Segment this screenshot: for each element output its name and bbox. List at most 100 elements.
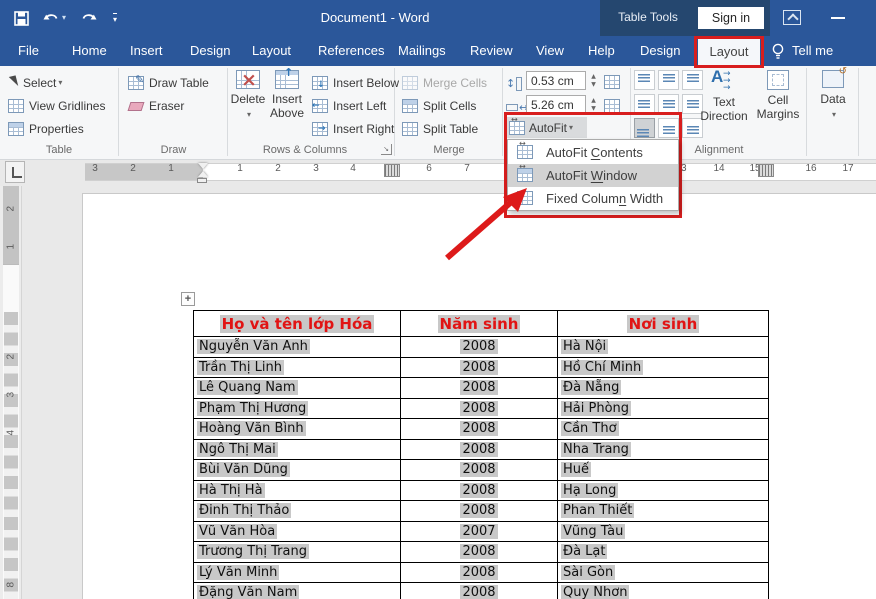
ribbon-tab-row: File Home Insert Design Layout Reference… [0, 36, 876, 66]
table-move-handle[interactable]: + [181, 292, 195, 306]
menu-item-autofit-contents[interactable]: ↔ AutoFit Contents [508, 141, 678, 164]
tab-review[interactable]: Review [464, 36, 519, 66]
select-cursor-icon [8, 76, 18, 89]
align-center-left-button[interactable] [634, 94, 655, 114]
first-line-indent-marker[interactable] [198, 163, 208, 169]
distribute-rows-button[interactable] [604, 71, 620, 92]
merge-cells-button[interactable]: Merge Cells [402, 72, 487, 93]
spinner-up-icon[interactable]: ▲ [591, 97, 596, 104]
tab-view[interactable]: View [530, 36, 570, 66]
text-direction-icon: A→→→ [711, 70, 737, 94]
row-height-icon: ↕ [506, 73, 522, 94]
layout-tab-annotation-box [694, 36, 764, 68]
tab-table-design[interactable]: Design [634, 36, 686, 66]
eraser-icon [128, 102, 145, 111]
delete-table-icon: × [236, 70, 260, 89]
insert-right-button[interactable]: → Insert Right [312, 118, 394, 139]
tab-layout[interactable]: Layout [246, 36, 297, 66]
table-column-marker[interactable] [384, 164, 400, 177]
table-row: Lý Văn Minh2008Sài Gòn [194, 562, 769, 583]
rows-columns-group-label: Rows & Columns [229, 144, 381, 156]
split-table-button[interactable]: Split Table [402, 118, 478, 139]
draw-table-icon: ✎ [128, 76, 144, 90]
spinner-down-icon[interactable]: ▼ [591, 105, 596, 112]
merge-cells-icon [402, 76, 418, 90]
sign-in-button[interactable]: Sign in [698, 7, 764, 29]
insert-left-icon: ← [312, 99, 328, 113]
minimize-button[interactable] [831, 17, 845, 19]
view-gridlines-button[interactable]: View Gridlines [8, 95, 105, 116]
cell-margins-icon [767, 70, 789, 90]
table-group-label: Table [0, 144, 118, 156]
insert-above-icon: ↑ [275, 70, 299, 89]
draw-group-label: Draw [120, 144, 227, 156]
table-row: Đinh Thị Thảo2008Phan Thiết [194, 501, 769, 522]
split-cells-button[interactable]: Split Cells [402, 95, 476, 116]
table-row: Bùi Văn Dũng2008Huế [194, 460, 769, 481]
table-row: Ngô Thị Mai2008Nha Trang [194, 439, 769, 460]
properties-icon [8, 122, 24, 136]
tab-mailings[interactable]: Mailings [392, 36, 452, 66]
tab-file[interactable]: File [12, 36, 45, 66]
gridlines-icon [8, 99, 24, 113]
tab-home[interactable]: Home [66, 36, 113, 66]
data-icon [822, 70, 844, 88]
header-cell: Nơi sinh [627, 315, 700, 333]
left-indent-marker[interactable] [197, 178, 207, 183]
tell-me-box[interactable]: Tell me [786, 36, 839, 66]
align-center-button[interactable] [658, 94, 679, 114]
table-row: Hoàng Văn Bình2008Cần Thơ [194, 419, 769, 440]
cell-margins-button[interactable]: Cell Margins [752, 70, 804, 121]
title-bar: ▾ ▾ Document1 - Word Table Tools Sign in [0, 0, 876, 36]
table-header-row: Họ và tên lớp Hóa Năm sinh Nơi sinh [194, 311, 769, 337]
table-row: Đặng Văn Nam2008Quy Nhơn [194, 583, 769, 599]
insert-below-icon: ↓ [312, 76, 328, 90]
header-cell: Họ và tên lớp Hóa [220, 315, 375, 333]
document-table: Họ và tên lớp Hóa Năm sinh Nơi sinh Nguy… [193, 310, 769, 599]
table-row: Vũ Văn Hòa2007Vũng Tàu [194, 521, 769, 542]
table-row: Trương Thị Trang2008Đà Lạt [194, 542, 769, 563]
align-top-center-button[interactable] [658, 70, 679, 90]
tab-help[interactable]: Help [582, 36, 621, 66]
header-cell: Năm sinh [438, 315, 521, 333]
table-row: Hà Thị Hà2008Hạ Long [194, 480, 769, 501]
select-button[interactable]: Select ▾ [8, 72, 62, 93]
insert-above-button[interactable]: ↑ Insert Above [266, 70, 308, 120]
spinner-down-icon[interactable]: ▼ [591, 81, 596, 88]
autofit-contents-icon: ↔ [517, 145, 533, 159]
data-dropdown-arrow: ▾ [832, 108, 836, 122]
lightbulb-icon [771, 43, 785, 65]
tab-selector[interactable] [5, 161, 25, 183]
table-row: Nguyễn Văn Anh2008Hà Nội [194, 337, 769, 358]
text-direction-button[interactable]: A→→→ Text Direction [700, 70, 748, 123]
vertical-ruler: 2 1 1 2 3 4 8 [0, 186, 22, 599]
annotation-arrow [430, 175, 540, 270]
table-column-marker[interactable] [758, 164, 774, 177]
tab-insert[interactable]: Insert [124, 36, 169, 66]
ribbon: Select ▾ View Gridlines Properties Table… [0, 66, 876, 160]
select-dropdown-arrow: ▾ [58, 78, 62, 87]
rows-columns-dialog-launcher[interactable]: ↘ [381, 144, 392, 155]
table-tools-label: Table Tools [600, 10, 696, 24]
merge-group-label: Merge [396, 144, 502, 156]
insert-left-button[interactable]: ← Insert Left [312, 95, 386, 116]
delete-button[interactable]: × Delete ▾ [231, 70, 265, 122]
spinner-up-icon[interactable]: ▲ [591, 73, 596, 80]
insert-below-button[interactable]: ↓ Insert Below [312, 72, 399, 93]
tab-references[interactable]: References [312, 36, 390, 66]
draw-table-button[interactable]: ✎ Draw Table [128, 72, 209, 93]
eraser-button[interactable]: Eraser [128, 95, 184, 116]
ribbon-display-options-icon[interactable] [783, 10, 801, 25]
data-button[interactable]: Data ▾ [812, 70, 854, 122]
table-row: Lê Quang Nam2008Đà Nẵng [194, 378, 769, 399]
table-row: Trần Thị Linh2008Hồ Chí Minh [194, 357, 769, 378]
hanging-indent-marker[interactable] [198, 171, 208, 177]
tab-design[interactable]: Design [184, 36, 236, 66]
distribute-columns-icon [604, 99, 620, 113]
row-height-input[interactable] [526, 71, 586, 90]
split-table-icon [402, 122, 418, 136]
properties-button[interactable]: Properties [8, 118, 84, 139]
align-top-left-button[interactable] [634, 70, 655, 90]
split-cells-icon [402, 99, 418, 113]
row-height-spinner[interactable]: ▲▼ [588, 71, 599, 90]
